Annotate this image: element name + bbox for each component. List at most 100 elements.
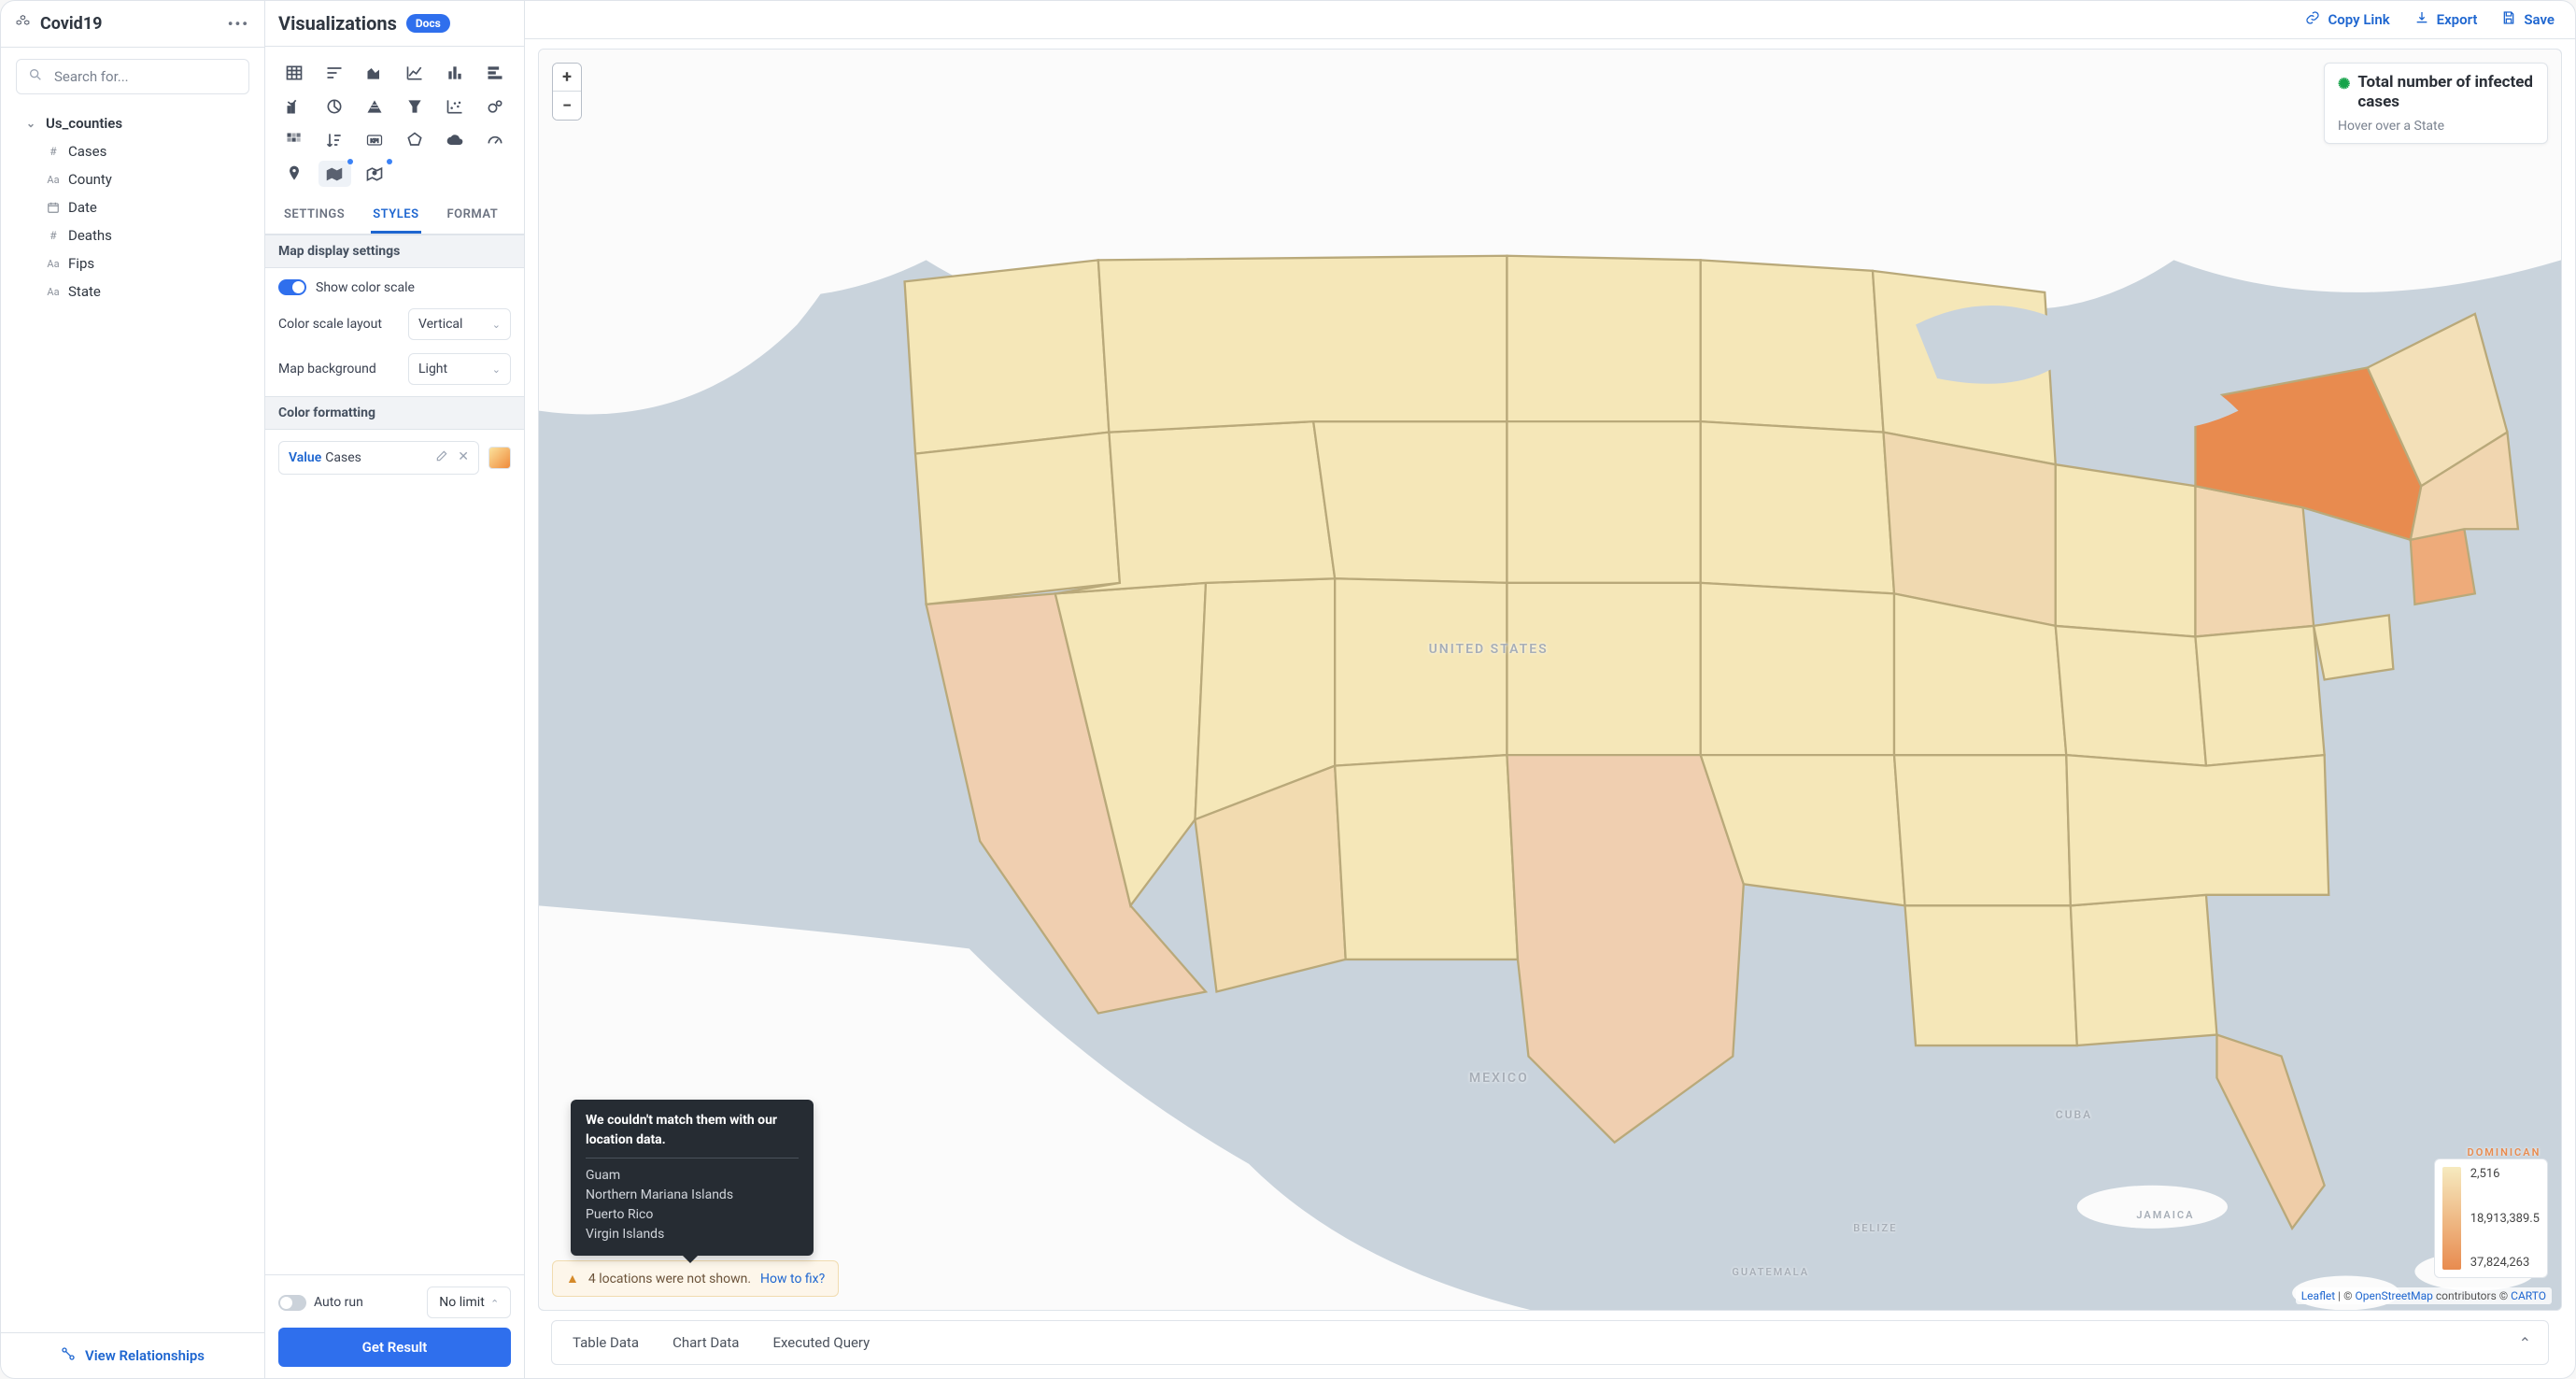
tab-chart-data[interactable]: Chart Data [672, 1334, 739, 1351]
viz-line-icon[interactable] [398, 60, 431, 86]
app-root: Covid19 ••• ⌄ Us_counties #Cases AaCount… [0, 0, 2576, 1379]
viz-pivot-icon[interactable] [318, 60, 351, 86]
result-tabs: Table Data Chart Data Executed Query ⌃ [551, 1320, 2549, 1365]
viz-radar-icon[interactable] [398, 127, 431, 153]
viz-area-icon[interactable] [359, 60, 391, 86]
unmatched-tooltip: We couldn't match them with our location… [571, 1100, 814, 1256]
tab-settings[interactable]: SETTINGS [282, 198, 347, 234]
viz-gauge-icon[interactable] [478, 127, 511, 153]
tooltip-item: Puerto Rico [586, 1205, 799, 1225]
osm-link[interactable]: OpenStreetMap [2355, 1289, 2432, 1302]
choropleth-map[interactable]: + − ✺ Total number of infected cases Hov… [538, 49, 2562, 1311]
column-county[interactable]: AaCounty [8, 165, 257, 193]
viz-choropleth-icon[interactable] [318, 161, 351, 187]
search-input[interactable] [52, 67, 242, 86]
close-icon[interactable]: ✕ [458, 449, 469, 466]
color-swatch[interactable] [488, 447, 511, 469]
map-attribution: Leaflet | © OpenStreetMap contributors ©… [2296, 1287, 2552, 1304]
legend-gradient [2442, 1167, 2461, 1270]
view-relationships-button[interactable]: View Relationships [1, 1332, 264, 1378]
map-info-box: ✺ Total number of infected cases Hover o… [2324, 63, 2548, 144]
color-legend: 2,516 18,913,389.5 37,824,263 [2434, 1159, 2548, 1278]
viz-bubble-icon[interactable] [478, 93, 511, 120]
legend-min: 2,516 [2470, 1167, 2540, 1181]
map-background-select[interactable]: Light ⌄ [408, 353, 511, 385]
edit-icon[interactable] [435, 449, 448, 466]
column-cases[interactable]: #Cases [8, 137, 257, 165]
map-subtitle: Hover over a State [2338, 119, 2534, 134]
svg-text:KPI: KPI [371, 139, 379, 145]
cubes-icon [16, 14, 31, 34]
zoom-out-button[interactable]: − [553, 92, 581, 120]
viz-pyramid-icon[interactable] [359, 93, 391, 120]
viz-funnel-icon[interactable] [398, 93, 431, 120]
text-icon: Aa [46, 258, 61, 270]
tab-styles[interactable]: STYLES [371, 198, 420, 234]
warning-icon: ▲ [566, 1271, 579, 1287]
viz-settings-tabs: SETTINGS STYLES FORMAT [265, 198, 524, 235]
export-button[interactable]: Export [2414, 10, 2478, 29]
map-container: + − ✺ Total number of infected cases Hov… [525, 39, 2575, 1378]
map-background-label: Map background [278, 362, 376, 377]
search-input-container[interactable] [16, 59, 249, 94]
chevron-down-icon: ⌄ [492, 363, 501, 376]
viz-combo-icon[interactable] [278, 93, 311, 120]
tab-executed-query[interactable]: Executed Query [772, 1334, 870, 1351]
tooltip-header: We couldn't match them with our location… [586, 1111, 799, 1159]
viz-table-icon[interactable] [278, 60, 311, 86]
section-header-color: Color formatting [265, 396, 524, 430]
row-limit-select[interactable]: No limit ⌄ [427, 1287, 511, 1318]
tooltip-item: Virgin Islands [586, 1225, 799, 1244]
show-color-scale-label: Show color scale [316, 280, 415, 295]
how-to-fix-link[interactable]: How to fix? [760, 1272, 825, 1287]
text-icon: Aa [46, 286, 61, 298]
carto-link[interactable]: CARTO [2511, 1289, 2546, 1302]
viz-hbar-icon[interactable] [478, 60, 511, 86]
tab-format[interactable]: FORMAT [446, 198, 501, 234]
docs-badge[interactable]: Docs [406, 14, 450, 33]
expand-results-button[interactable]: ⌃ [2519, 1334, 2531, 1352]
viz-sort-icon[interactable] [318, 127, 351, 153]
leaflet-link[interactable]: Leaflet [2301, 1289, 2335, 1302]
section-header-display: Map display settings [265, 235, 524, 268]
column-fips[interactable]: AaFips [8, 249, 257, 277]
tab-table-data[interactable]: Table Data [573, 1334, 639, 1351]
tooltip-item: Guam [586, 1166, 799, 1186]
color-scale-layout-select[interactable]: Vertical ⌄ [408, 308, 511, 340]
get-result-button[interactable]: Get Result [278, 1328, 511, 1367]
project-name-text: Covid19 [40, 14, 102, 34]
virus-icon: ✺ [2338, 75, 2350, 93]
save-button[interactable]: Save [2501, 10, 2555, 29]
zoom-in-button[interactable]: + [553, 64, 581, 92]
copy-link-button[interactable]: Copy Link [2305, 10, 2389, 29]
color-measure-chip[interactable]: Value Cases ✕ [278, 441, 479, 475]
column-deaths[interactable]: #Deaths [8, 221, 257, 249]
viz-geo-point-icon[interactable] [278, 161, 311, 187]
column-state[interactable]: AaState [8, 277, 257, 306]
more-menu-button[interactable]: ••• [228, 15, 249, 33]
viz-geo-bubble-icon[interactable] [359, 161, 391, 187]
calendar-icon [46, 201, 61, 214]
section-body-color: Value Cases ✕ [265, 430, 524, 486]
number-icon: # [46, 145, 61, 158]
toggle-auto-run[interactable] [278, 1295, 306, 1311]
viz-pie-icon[interactable] [318, 93, 351, 120]
legend-max: 37,824,263 [2470, 1256, 2540, 1270]
table-node-us-counties[interactable]: ⌄ Us_counties [8, 109, 257, 137]
chevron-down-icon: ⌄ [492, 319, 501, 331]
top-toolbar: Copy Link Export Save [525, 1, 2575, 39]
toggle-show-color-scale[interactable] [278, 279, 306, 295]
table-name: Us_counties [46, 115, 122, 132]
section-body-display: Show color scale Color scale layout Vert… [265, 268, 524, 396]
zoom-controls: + − [552, 63, 582, 121]
viz-scatter-icon[interactable] [438, 93, 471, 120]
viz-heatmap-icon[interactable] [278, 127, 311, 153]
viz-cloud-icon[interactable] [438, 127, 471, 153]
viz-panel-header: Visualizations Docs [265, 1, 524, 47]
viz-kpi-icon[interactable]: KPI [359, 127, 391, 153]
auto-run-label: Auto run [314, 1295, 363, 1310]
viz-bar-icon[interactable] [438, 60, 471, 86]
schema-tree: ⌄ Us_counties #Cases AaCounty Date #Deat… [1, 106, 264, 1332]
column-date[interactable]: Date [8, 193, 257, 221]
relationships-icon [61, 1346, 76, 1365]
